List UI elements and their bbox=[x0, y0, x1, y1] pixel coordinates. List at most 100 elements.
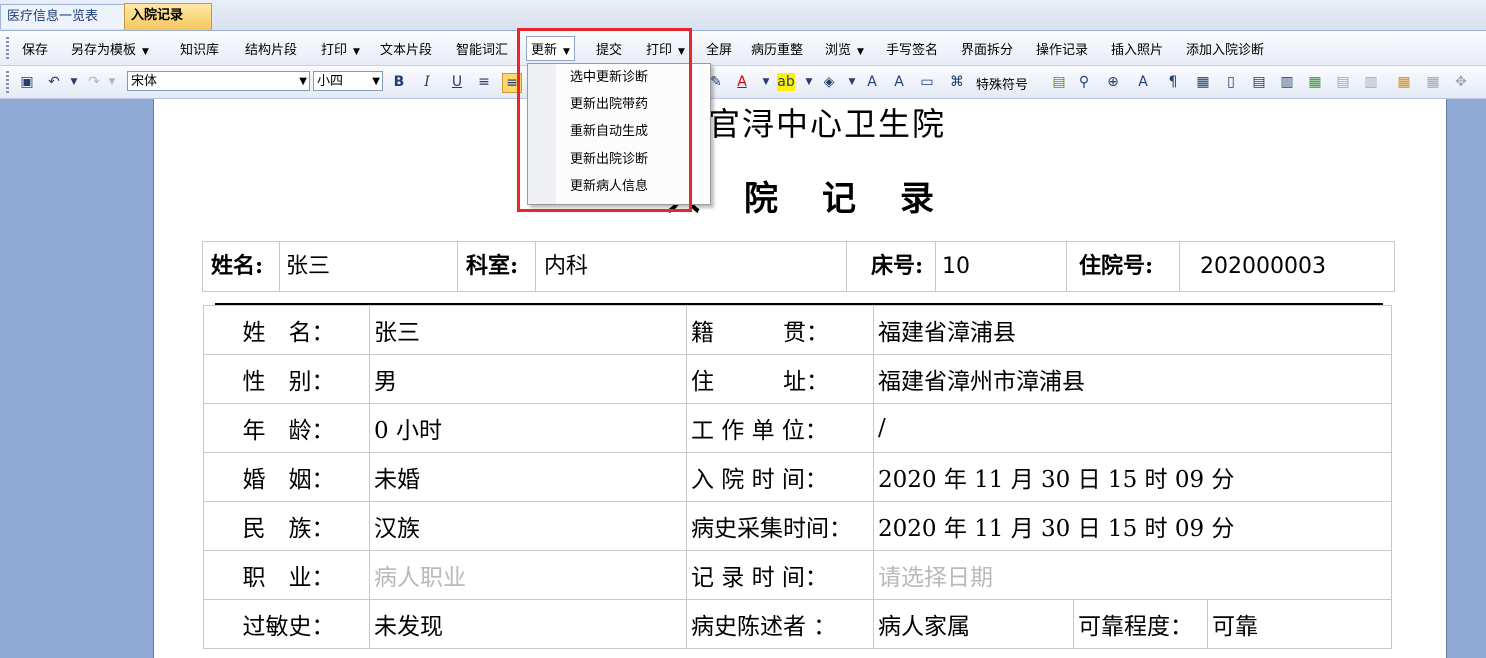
save-as-template-button[interactable]: 另存为模板 ▼ bbox=[71, 39, 149, 58]
delete-row-icon[interactable]: ▤ bbox=[1334, 73, 1352, 91]
row-value[interactable]: 可靠 bbox=[1206, 599, 1393, 649]
update-menu-button[interactable]: 更新 ▼ bbox=[526, 36, 575, 61]
save-icon[interactable]: ▣ bbox=[18, 73, 36, 91]
chevron-down-icon[interactable]: ▼ bbox=[800, 73, 818, 91]
row-label: 民 族： bbox=[203, 501, 370, 551]
record-reorganize-button[interactable]: 病历重整 bbox=[751, 39, 803, 58]
text-style-icon[interactable]: A bbox=[1134, 73, 1152, 91]
update-dropdown-menu: 选中更新诊断 更新出院带药 重新自动生成 更新出院诊断 更新病人信息 bbox=[527, 63, 711, 205]
row-value[interactable]: 未发现 bbox=[369, 599, 687, 649]
grow-font-icon[interactable]: A bbox=[863, 73, 881, 91]
row-value[interactable]: 2020 年 11 月 30 日 15 时 09 分 bbox=[872, 501, 1393, 551]
font-family-select[interactable]: 宋体 ▼ bbox=[127, 71, 310, 91]
admission-no-value[interactable]: 202000003 bbox=[1180, 242, 1394, 291]
text-highlight-icon[interactable]: ab bbox=[777, 73, 795, 91]
structure-fragment-button[interactable]: 结构片段 bbox=[245, 39, 297, 58]
chevron-down-icon[interactable]: ▼ bbox=[372, 72, 380, 92]
chevron-down-icon[interactable]: ▼ bbox=[857, 47, 864, 57]
insert-table-icon[interactable]: ▥ bbox=[1278, 73, 1296, 91]
insert-field-icon[interactable]: ▭ bbox=[918, 73, 936, 91]
document-page[interactable]: 县官浔中心卫生院 入院记录 姓名: 张三 科室: 内科 床号: 10 住院号: … bbox=[153, 99, 1447, 658]
split-view-button[interactable]: 界面拆分 bbox=[961, 39, 1013, 58]
bed-value[interactable]: 10 bbox=[936, 242, 1067, 291]
insert-photo-button[interactable]: 插入照片 bbox=[1111, 39, 1163, 58]
browse-button[interactable]: 浏览 ▼ bbox=[825, 39, 864, 58]
row-label: 工 作 单 位： bbox=[686, 403, 874, 453]
find-binoculars-icon[interactable]: ⊕ bbox=[1104, 73, 1122, 91]
row-label: 入 院 时 间： bbox=[686, 452, 874, 502]
toolbar-grip[interactable] bbox=[6, 71, 9, 93]
symbol-icon[interactable]: ⌘ bbox=[948, 73, 966, 91]
chevron-down-icon[interactable]: ▼ bbox=[757, 73, 775, 91]
dept-value[interactable]: 内科 bbox=[536, 242, 847, 291]
align-left-icon[interactable]: ≡ bbox=[475, 73, 493, 91]
fullscreen-button[interactable]: 全屏 bbox=[706, 39, 732, 58]
row-value[interactable]: 2020 年 11 月 30 日 15 时 09 分 bbox=[872, 452, 1393, 502]
print-button[interactable]: 打印 ▼ bbox=[321, 39, 360, 58]
chevron-down-icon[interactable]: ▼ bbox=[843, 73, 861, 91]
toolbar-grip[interactable] bbox=[6, 37, 9, 59]
occupation-field[interactable]: 病人职业 bbox=[369, 550, 687, 600]
row-value[interactable]: 病人家属 bbox=[873, 599, 1074, 649]
move-icon[interactable]: ✥ bbox=[1452, 73, 1470, 91]
paragraph-icon[interactable]: ¶ bbox=[1164, 73, 1182, 91]
row-label: 住 址： bbox=[686, 354, 874, 404]
row-value[interactable]: 0 小时 bbox=[369, 403, 687, 453]
name-value[interactable]: 张三 bbox=[280, 242, 458, 291]
underline-icon[interactable]: U bbox=[448, 73, 466, 91]
menu-item-update-discharge-medication[interactable]: 更新出院带药 bbox=[570, 92, 648, 118]
chevron-down-icon[interactable]: ▼ bbox=[299, 72, 307, 92]
redo-icon[interactable]: ↷ bbox=[85, 73, 103, 91]
chevron-down-icon[interactable]: ▼ bbox=[142, 47, 149, 57]
insert-row-icon[interactable]: ▦ bbox=[1306, 73, 1324, 91]
document-icon[interactable]: ▯ bbox=[1222, 73, 1240, 91]
shrink-font-icon[interactable]: A bbox=[890, 73, 908, 91]
record-date-field[interactable]: 请选择日期 bbox=[872, 550, 1393, 600]
tab-medical-overview[interactable]: 医疗信息一览表 bbox=[0, 4, 126, 29]
row-label: 年 龄： bbox=[203, 403, 370, 453]
knowledge-base-button[interactable]: 知识库 bbox=[180, 39, 219, 58]
undo-icon[interactable]: ↶ bbox=[45, 73, 63, 91]
italic-icon[interactable]: I bbox=[418, 73, 436, 91]
row-value[interactable]: 福建省漳州市漳浦县 bbox=[872, 354, 1393, 404]
save-button[interactable]: 保存 bbox=[22, 39, 48, 58]
operation-log-button[interactable]: 操作记录 bbox=[1036, 39, 1088, 58]
align-center-icon[interactable]: ≡ bbox=[502, 73, 522, 93]
row-value[interactable]: 张三 bbox=[369, 305, 687, 355]
menu-item-regenerate[interactable]: 重新自动生成 bbox=[570, 119, 648, 145]
bold-icon[interactable]: B bbox=[390, 73, 408, 91]
table-grid-icon[interactable]: ▦ bbox=[1395, 73, 1413, 91]
submit-button[interactable]: 提交 bbox=[596, 39, 622, 58]
row-value[interactable]: / bbox=[872, 403, 1393, 453]
chevron-down-icon[interactable]: ▼ bbox=[678, 47, 685, 57]
merge-cells-icon[interactable]: ▥ bbox=[1362, 73, 1380, 91]
row-label: 性 别： bbox=[203, 354, 370, 404]
font-size-select[interactable]: 小四 ▼ bbox=[313, 71, 383, 91]
chevron-down-icon[interactable]: ▼ bbox=[103, 73, 121, 91]
chevron-down-icon[interactable]: ▼ bbox=[563, 47, 570, 57]
tab-admission-record[interactable]: 入院记录 bbox=[124, 3, 212, 30]
row-value[interactable]: 汉族 bbox=[369, 501, 687, 551]
menu-item-update-patient-info[interactable]: 更新病人信息 bbox=[570, 174, 648, 200]
chevron-down-icon[interactable]: ▼ bbox=[353, 47, 360, 57]
text-fragment-button[interactable]: 文本片段 bbox=[380, 39, 432, 58]
handwritten-signature-button[interactable]: 手写签名 bbox=[886, 39, 938, 58]
menu-item-update-discharge-diagnosis[interactable]: 更新出院诊断 bbox=[570, 147, 648, 173]
menu-item-update-selected-diagnosis[interactable]: 选中更新诊断 bbox=[570, 65, 648, 91]
chevron-down-icon[interactable]: ▼ bbox=[65, 73, 83, 91]
search-icon[interactable]: ⚲ bbox=[1075, 73, 1093, 91]
split-cells-icon[interactable]: ▦ bbox=[1424, 73, 1442, 91]
font-color-icon[interactable]: A bbox=[733, 73, 751, 91]
add-admission-diagnosis-button[interactable]: 添加入院诊断 bbox=[1186, 39, 1264, 58]
fill-color-icon[interactable]: ◈ bbox=[820, 73, 838, 91]
row-label: 可靠程度： bbox=[1073, 599, 1208, 649]
note-icon[interactable]: ▤ bbox=[1050, 73, 1068, 91]
row-value[interactable]: 未婚 bbox=[369, 452, 687, 502]
smart-vocab-button[interactable]: 智能词汇 bbox=[456, 39, 508, 58]
row-value[interactable]: 男 bbox=[369, 354, 687, 404]
special-symbol-button[interactable]: 特殊符号 bbox=[976, 74, 1028, 93]
row-value[interactable]: 福建省漳浦县 bbox=[872, 305, 1393, 355]
page-layout-icon[interactable]: ▦ bbox=[1194, 73, 1212, 91]
table-properties-icon[interactable]: ▤ bbox=[1250, 73, 1268, 91]
print-button-2[interactable]: 打印 ▼ bbox=[646, 39, 685, 58]
